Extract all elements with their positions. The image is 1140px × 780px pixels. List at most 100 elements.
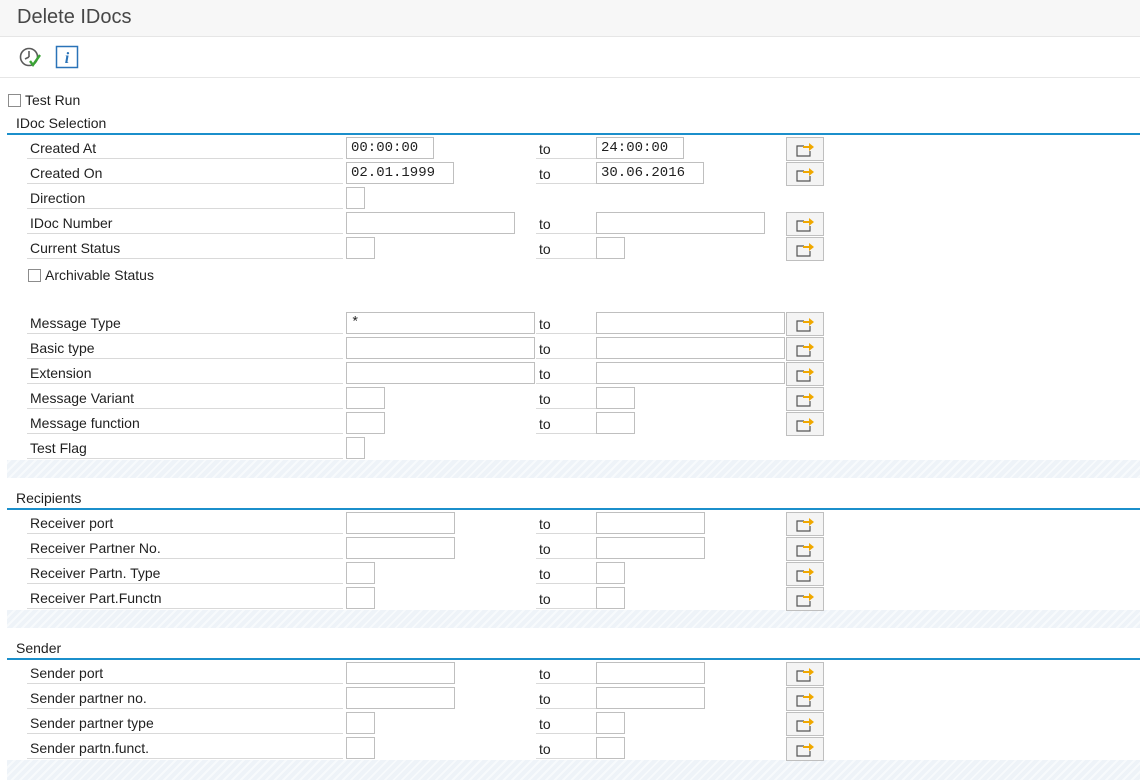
- receiver-port-label: Receiver port: [27, 512, 343, 534]
- receiver-port-to-label: to: [536, 512, 596, 534]
- current-status-to-input[interactable]: [596, 237, 625, 259]
- message-variant-to-input[interactable]: [596, 387, 635, 409]
- receiver-partner-type-label: Receiver Partn. Type: [27, 562, 343, 584]
- extension-to-input[interactable]: [596, 362, 785, 384]
- test-run-checkbox[interactable]: [8, 93, 21, 107]
- receiver-partner-function-multiple-selection-button[interactable]: [786, 587, 824, 611]
- idoc-selection-body: Created At 00:00:00 to 24:00:00 Created …: [7, 135, 1140, 460]
- test-run-row: Test Run: [8, 90, 80, 110]
- sender-partner-function-to-input[interactable]: [596, 737, 625, 759]
- multiple-selection-arrow-icon: [796, 543, 814, 557]
- multiple-selection-arrow-icon: [796, 218, 814, 232]
- receiver-partner-function-to-input[interactable]: [596, 587, 625, 609]
- message-function-from-input[interactable]: [346, 412, 385, 434]
- test-flag-label: Test Flag: [27, 437, 343, 459]
- test-run-label: Test Run: [25, 92, 81, 108]
- sender-partner-no-to-label: to: [536, 687, 596, 709]
- multiple-selection-arrow-icon: [796, 368, 814, 382]
- archivable-status-checkbox[interactable]: [28, 268, 41, 282]
- extension-to-label: to: [536, 362, 596, 384]
- sender-partner-type-to-input[interactable]: [596, 712, 625, 734]
- sender-partner-no-multiple-selection-button[interactable]: [786, 687, 824, 711]
- basic-type-multiple-selection-button[interactable]: [786, 337, 824, 361]
- sender-partner-no-to-input[interactable]: [596, 687, 705, 709]
- archivable-status-row: Archivable Status: [28, 265, 154, 285]
- receiver-partner-type-to-input[interactable]: [596, 562, 625, 584]
- recipients-title: Recipients: [16, 490, 82, 506]
- multiple-selection-arrow-icon: [796, 518, 814, 532]
- message-type-to-input[interactable]: [596, 312, 785, 334]
- page-title: Delete IDocs: [17, 6, 132, 28]
- multiple-selection-arrow-icon: [796, 243, 814, 257]
- multiple-selection-arrow-icon: [796, 318, 814, 332]
- test-flag-input[interactable]: [346, 437, 365, 459]
- idoc-selection-header: IDoc Selection: [7, 114, 1140, 135]
- created-at-to-input[interactable]: 24:00:00: [596, 137, 684, 159]
- extension-from-input[interactable]: [346, 362, 535, 384]
- sender-group: Sender Sender port to Sender partner no.…: [7, 639, 1140, 780]
- sender-partner-function-multiple-selection-button[interactable]: [786, 737, 824, 761]
- basic-type-from-input[interactable]: [346, 337, 535, 359]
- basic-type-to-label: to: [536, 337, 596, 359]
- recipients-group: Recipients Receiver port to Receiver Par…: [7, 489, 1140, 628]
- sender-port-multiple-selection-button[interactable]: [786, 662, 824, 686]
- current-status-multiple-selection-button[interactable]: [786, 237, 824, 261]
- receiver-partner-function-from-input[interactable]: [346, 587, 375, 609]
- message-variant-multiple-selection-button[interactable]: [786, 387, 824, 411]
- created-on-multiple-selection-button[interactable]: [786, 162, 824, 186]
- message-variant-from-input[interactable]: [346, 387, 385, 409]
- sender-partner-function-label: Sender partn.funct.: [27, 737, 343, 759]
- execute-button[interactable]: [18, 45, 42, 69]
- receiver-partner-no-multiple-selection-button[interactable]: [786, 537, 824, 561]
- multiple-selection-arrow-icon: [796, 718, 814, 732]
- sender-partner-type-label: Sender partner type: [27, 712, 343, 734]
- message-type-multiple-selection-button[interactable]: [786, 312, 824, 336]
- idoc-number-from-input[interactable]: [346, 212, 515, 234]
- extension-label: Extension: [27, 362, 343, 384]
- idoc-number-to-input[interactable]: [596, 212, 765, 234]
- current-status-from-input[interactable]: [346, 237, 375, 259]
- receiver-port-from-input[interactable]: [346, 512, 455, 534]
- message-function-multiple-selection-button[interactable]: [786, 412, 824, 436]
- application-toolbar: i: [0, 37, 1140, 78]
- sender-partner-type-from-input[interactable]: [346, 712, 375, 734]
- created-at-multiple-selection-button[interactable]: [786, 137, 824, 161]
- sender-partner-type-to-label: to: [536, 712, 596, 734]
- message-type-label: Message Type: [27, 312, 343, 334]
- sender-partner-function-from-input[interactable]: [346, 737, 375, 759]
- receiver-port-to-input[interactable]: [596, 512, 705, 534]
- message-type-from-input[interactable]: *: [346, 312, 535, 334]
- message-function-to-input[interactable]: [596, 412, 635, 434]
- created-on-from-input[interactable]: 02.01.1999: [346, 162, 454, 184]
- multiple-selection-arrow-icon: [796, 168, 814, 182]
- basic-type-to-input[interactable]: [596, 337, 785, 359]
- created-at-to-label: to: [536, 137, 596, 159]
- multiple-selection-arrow-icon: [796, 418, 814, 432]
- receiver-partner-no-from-input[interactable]: [346, 537, 455, 559]
- svg-text:i: i: [65, 50, 70, 67]
- idoc-number-multiple-selection-button[interactable]: [786, 212, 824, 236]
- sender-partner-no-from-input[interactable]: [346, 687, 455, 709]
- receiver-partner-function-label: Receiver Part.Functn: [27, 587, 343, 609]
- sender-port-from-input[interactable]: [346, 662, 455, 684]
- multiple-selection-arrow-icon: [796, 743, 814, 757]
- extension-multiple-selection-button[interactable]: [786, 362, 824, 386]
- created-at-from-input[interactable]: 00:00:00: [346, 137, 434, 159]
- message-function-label: Message function: [27, 412, 343, 434]
- sender-port-to-input[interactable]: [596, 662, 705, 684]
- idoc-number-to-label: to: [536, 212, 596, 234]
- receiver-partner-type-from-input[interactable]: [346, 562, 375, 584]
- info-button[interactable]: i: [55, 45, 79, 69]
- multiple-selection-arrow-icon: [796, 343, 814, 357]
- receiver-partner-no-label: Receiver Partner No.: [27, 537, 343, 559]
- direction-input[interactable]: [346, 187, 365, 209]
- multiple-selection-arrow-icon: [796, 393, 814, 407]
- created-on-to-input[interactable]: 30.06.2016: [596, 162, 704, 184]
- execute-clock-icon: [19, 47, 41, 68]
- receiver-port-multiple-selection-button[interactable]: [786, 512, 824, 536]
- receiver-partner-type-multiple-selection-button[interactable]: [786, 562, 824, 586]
- receiver-partner-no-to-input[interactable]: [596, 537, 705, 559]
- sender-partner-type-multiple-selection-button[interactable]: [786, 712, 824, 736]
- multiple-selection-arrow-icon: [796, 693, 814, 707]
- idoc-number-label: IDoc Number: [27, 212, 343, 234]
